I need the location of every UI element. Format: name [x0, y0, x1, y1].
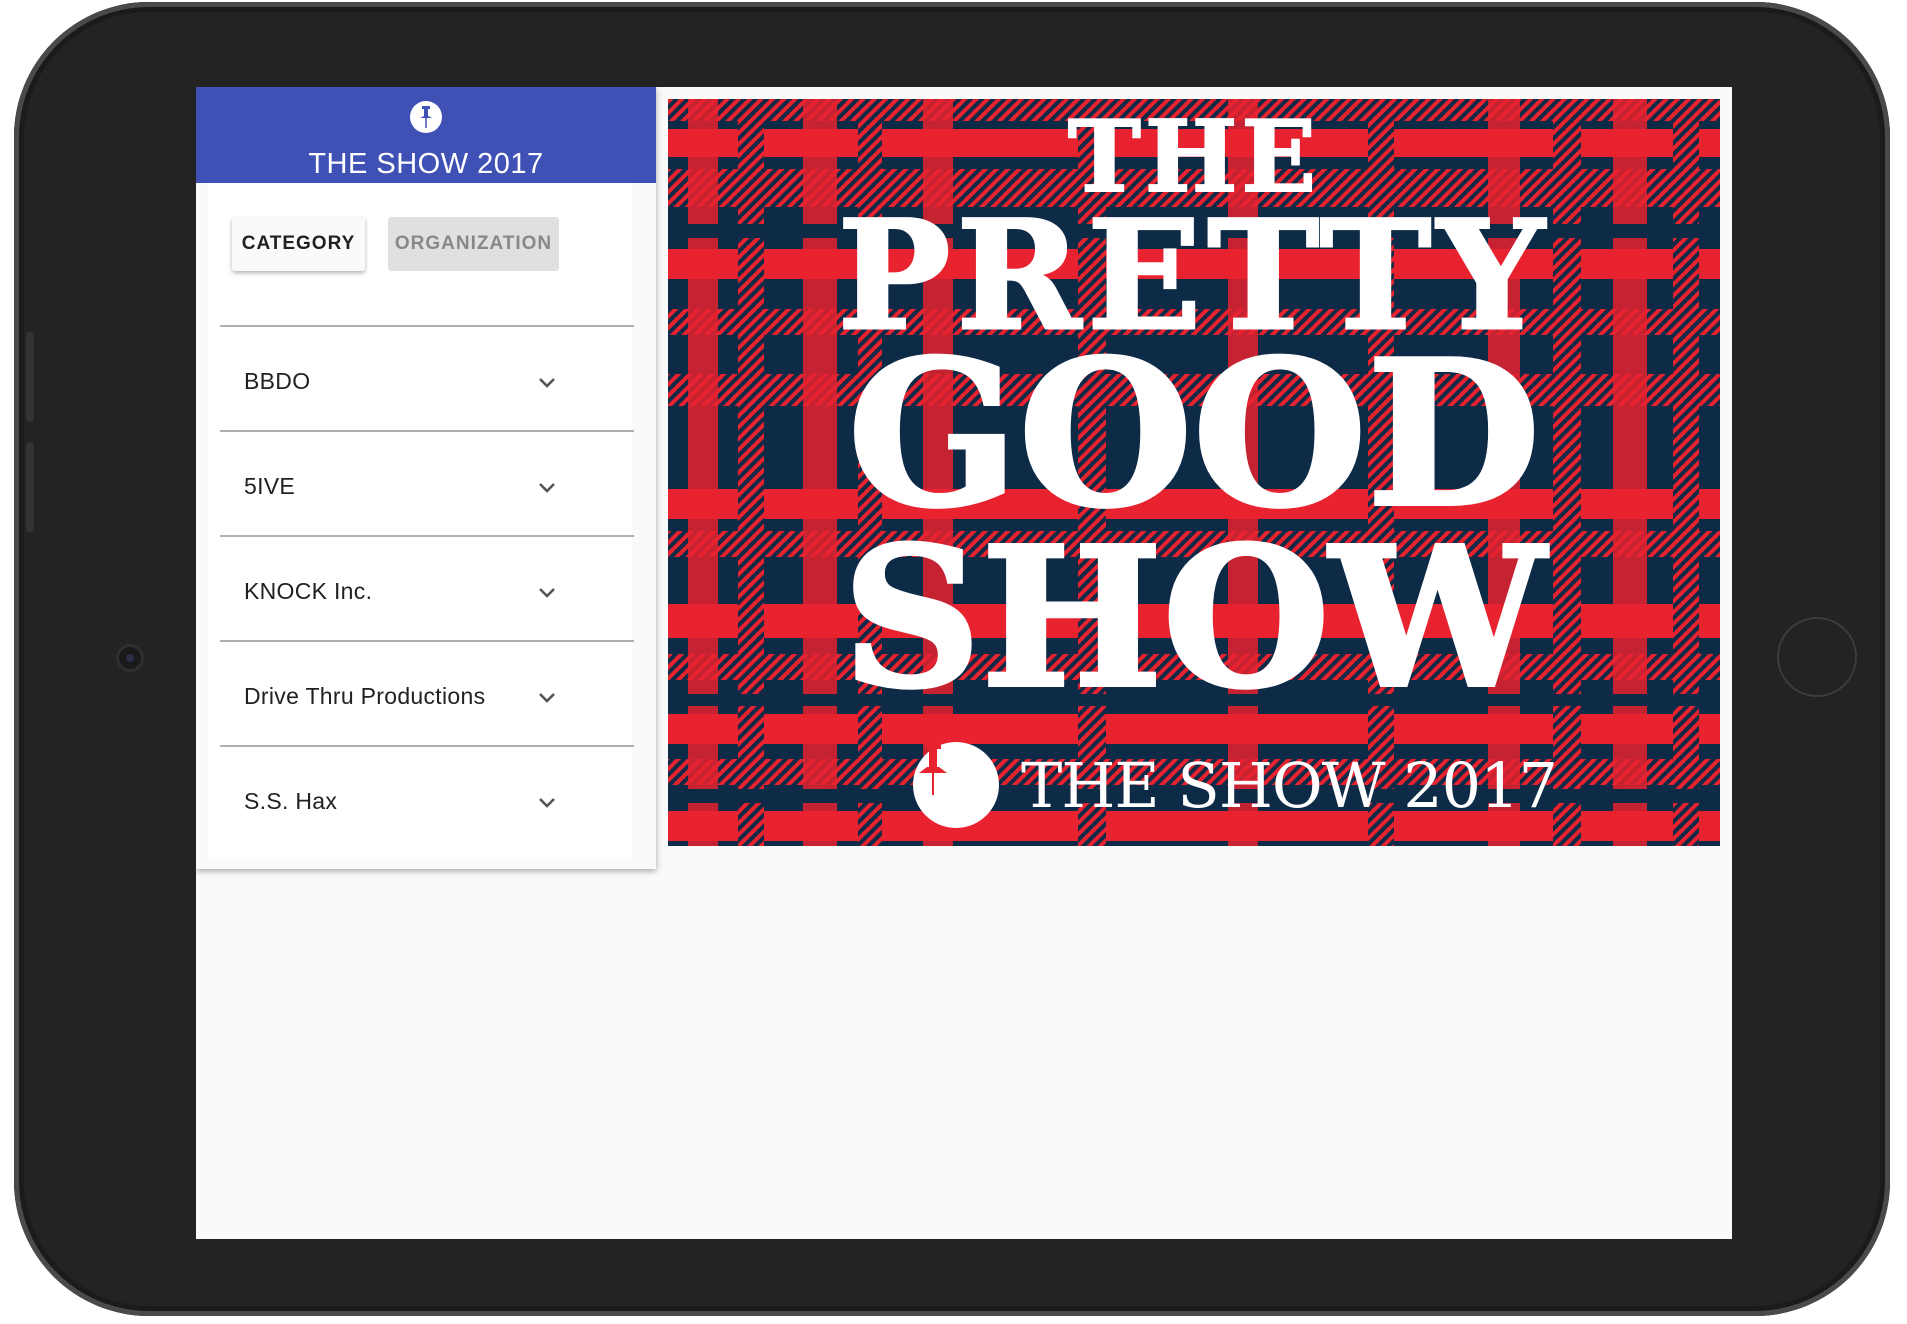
list-item[interactable]: S.S. Hax	[220, 745, 634, 850]
tablet-frame: THE SHOW 2017 CATEGORY ORGANIZATION BBDO…	[14, 2, 1890, 1316]
list-item[interactable]: Drive Thru Productions	[220, 640, 634, 745]
home-button[interactable]	[1777, 617, 1857, 697]
pushpin-icon	[410, 101, 442, 133]
chevron-down-icon[interactable]	[535, 685, 559, 709]
poster-line-good: GOOD	[846, 317, 1543, 552]
organization-tab-button[interactable]: ORGANIZATION	[388, 217, 559, 271]
app-screen: THE SHOW 2017 CATEGORY ORGANIZATION BBDO…	[196, 87, 1732, 1239]
sidebar: THE SHOW 2017 CATEGORY ORGANIZATION BBDO…	[196, 87, 656, 869]
app-title: THE SHOW 2017	[308, 148, 544, 180]
front-camera	[119, 647, 141, 669]
poster-line-show: SHOW	[841, 506, 1548, 731]
sidebar-body: CATEGORY ORGANIZATION BBDO 5IVE KNOCK In…	[208, 183, 634, 857]
list-item-label: Drive Thru Productions	[244, 683, 486, 709]
chevron-down-icon[interactable]	[535, 475, 559, 499]
category-tab-button[interactable]: CATEGORY	[232, 217, 365, 271]
volume-up-button	[26, 332, 34, 422]
organization-list: BBDO 5IVE KNOCK Inc. Drive Thru Producti…	[220, 325, 634, 850]
list-item-label: 5IVE	[244, 473, 296, 499]
pushpin-icon	[913, 742, 999, 828]
list-item-label: KNOCK Inc.	[244, 578, 373, 604]
show-poster: THE PRETTY GOOD SHOW THE SHOW 2017	[668, 99, 1720, 846]
list-item[interactable]: KNOCK Inc.	[220, 535, 634, 640]
poster-footer: THE SHOW 2017	[913, 741, 1558, 829]
chevron-down-icon[interactable]	[535, 790, 559, 814]
list-item[interactable]: 5IVE	[220, 430, 634, 535]
volume-down-button	[26, 442, 34, 532]
chevron-down-icon[interactable]	[535, 580, 559, 604]
app-header: THE SHOW 2017	[196, 87, 656, 183]
list-item-label: S.S. Hax	[244, 788, 338, 814]
list-item-label: BBDO	[244, 368, 311, 394]
list-item[interactable]: BBDO	[220, 325, 634, 430]
chevron-down-icon[interactable]	[535, 370, 559, 394]
poster-footer-title: THE SHOW 2017	[1021, 748, 1558, 822]
